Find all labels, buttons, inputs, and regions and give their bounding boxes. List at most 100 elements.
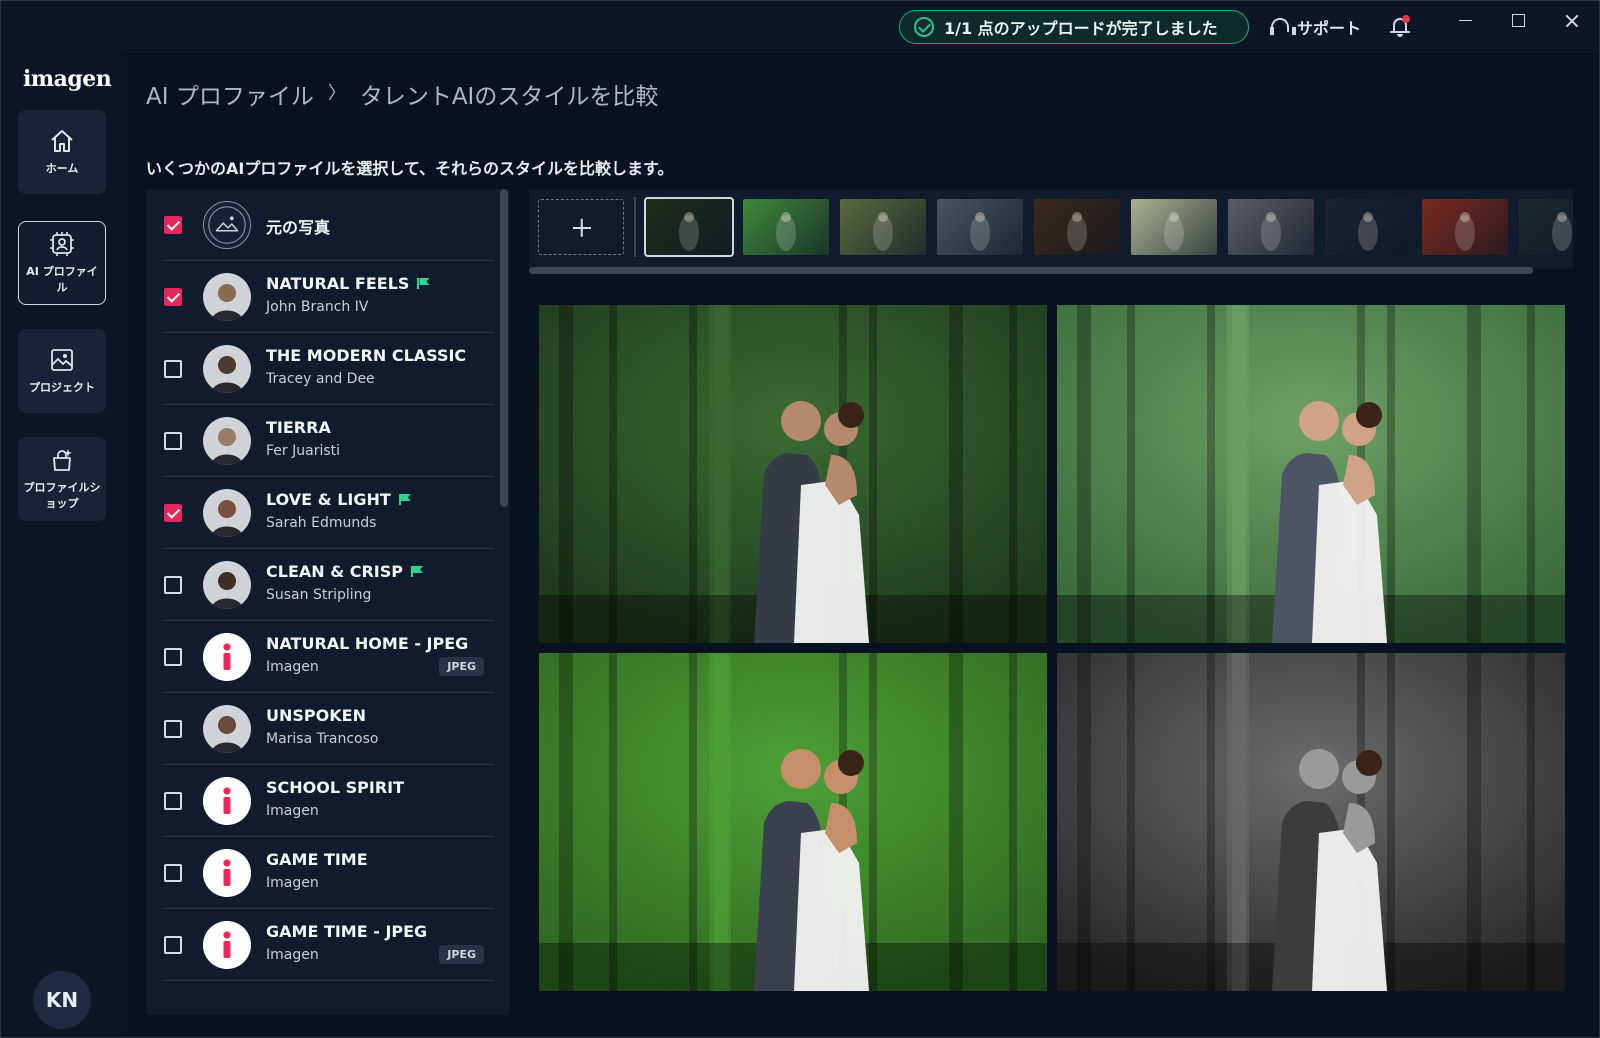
sidebar-item-label: ホーム — [45, 162, 79, 176]
minimize-button[interactable] — [1451, 9, 1481, 33]
profile-row[interactable]: THE MODERN CLASSIC Tracey and Dee — [164, 333, 494, 405]
profile-checkbox[interactable] — [164, 216, 182, 234]
profile-avatar — [203, 417, 251, 465]
sidebar-item-label: AI プロファイル — [26, 265, 98, 294]
profile-name: UNSPOKEN — [266, 706, 366, 725]
user-avatar[interactable]: KN — [33, 971, 91, 1029]
profile-checkbox[interactable] — [164, 432, 182, 450]
photo-thumbnail[interactable] — [1034, 199, 1120, 255]
photo-thumbnail[interactable] — [1519, 199, 1573, 255]
profile-checkbox[interactable] — [164, 720, 182, 738]
profile-row[interactable]: UNSPOKEN Marisa Trancoso — [164, 693, 494, 765]
forest-background — [1057, 653, 1565, 991]
imagen-logo-icon — [203, 921, 251, 969]
comparison-image[interactable] — [1057, 305, 1565, 643]
upload-status-text: 1/1 点のアップロードが完了しました — [944, 19, 1218, 38]
original-photo-icon — [208, 206, 246, 244]
profile-name: THE MODERN CLASSIC — [266, 346, 467, 365]
profile-row[interactable]: NATURAL FEELS John Branch IV — [164, 261, 494, 333]
profile-author: Fer Juaristi — [266, 443, 341, 459]
profile-row[interactable]: 元の写真 — [164, 189, 494, 261]
photo-thumbnail[interactable] — [644, 197, 734, 257]
comparison-image[interactable] — [539, 653, 1047, 991]
breadcrumb-separator: 〉 — [327, 83, 346, 104]
sidebar-item-projects[interactable]: プロジェクト — [18, 329, 106, 413]
forest-background — [539, 653, 1047, 991]
profile-photo — [203, 273, 251, 321]
imagen-logo-icon — [203, 849, 251, 897]
profile-avatar — [203, 489, 251, 537]
comparison-image[interactable] — [1057, 653, 1565, 991]
comparison-image[interactable] — [539, 305, 1047, 643]
profile-checkbox[interactable] — [164, 864, 182, 882]
profile-name: 元の写真 — [266, 218, 331, 237]
imagen-logo-icon — [203, 777, 251, 825]
add-photo-button[interactable] — [538, 199, 624, 255]
projects-icon — [51, 349, 73, 371]
sidebar-item-label: プロジェクト — [29, 381, 95, 395]
thumbnail-strip-scrollbar[interactable] — [529, 267, 1533, 274]
maximize-button[interactable] — [1503, 9, 1533, 33]
profile-row[interactable]: TIERRA Fer Juaristi — [164, 405, 494, 477]
profile-checkbox[interactable] — [164, 288, 182, 306]
photo-thumbnail[interactable] — [743, 199, 829, 255]
profile-avatar — [203, 921, 251, 969]
photo-thumbnail[interactable] — [840, 199, 926, 255]
headset-icon — [1269, 17, 1296, 37]
strip-divider — [634, 197, 636, 257]
photo-thumbnail[interactable] — [1422, 199, 1508, 255]
notifications-button[interactable] — [1390, 15, 1410, 38]
profile-checkbox[interactable] — [164, 360, 182, 378]
profile-avatar — [203, 345, 251, 393]
profile-list-scrollbar[interactable] — [500, 189, 508, 507]
profile-photo — [203, 345, 251, 393]
profile-author: Marisa Trancoso — [266, 731, 379, 747]
notification-dot — [1402, 15, 1410, 23]
ai-profile-icon — [50, 232, 74, 257]
profile-author: Imagen — [266, 659, 319, 675]
profile-name: CLEAN & CRISP — [266, 562, 403, 581]
profile-photo — [203, 561, 251, 609]
sidebar-item-profile-shop[interactable]: プロファイルショップ — [18, 437, 106, 521]
profile-photo — [203, 705, 251, 753]
profile-row[interactable]: GAME TIME Imagen — [164, 837, 494, 909]
forest-background — [1057, 305, 1565, 643]
profile-name: SCHOOL SPIRIT — [266, 778, 405, 797]
page-instruction: いくつかのAIプロファイルを選択して、それらのスタイルを比較します。 — [146, 159, 674, 178]
profile-name: NATURAL HOME - JPEG — [266, 634, 469, 653]
close-button[interactable] — [1557, 9, 1587, 33]
profile-avatar — [203, 201, 251, 249]
profile-checkbox[interactable] — [164, 648, 182, 666]
photo-thumbnail[interactable] — [1325, 199, 1411, 255]
profile-author: Susan Stripling — [266, 587, 372, 603]
profile-checkbox[interactable] — [164, 792, 182, 810]
sidebar-item-ai-profile[interactable]: AI プロファイル — [18, 221, 106, 305]
profile-photo — [203, 489, 251, 537]
profile-checkbox[interactable] — [164, 936, 182, 954]
home-icon — [51, 130, 73, 153]
profile-author: John Branch IV — [266, 299, 369, 315]
profile-row[interactable]: GAME TIME - JPEG Imagen JPEG — [164, 909, 494, 981]
upload-status-toast[interactable]: 1/1 点のアップロードが完了しました — [899, 10, 1249, 44]
photo-thumbnail[interactable] — [937, 199, 1023, 255]
profile-name: LOVE & LIGHT — [266, 490, 391, 509]
profile-list: 元の写真 NATURAL FEELS John Branch IV THE MO… — [146, 189, 510, 1015]
profile-row[interactable]: SCHOOL SPIRIT Imagen — [164, 765, 494, 837]
breadcrumb-parent[interactable]: AI プロファイル — [146, 77, 314, 111]
sidebar-item-home[interactable]: ホーム — [18, 110, 106, 194]
photo-thumbnail[interactable] — [1131, 199, 1217, 255]
imagen-logo-icon — [203, 633, 251, 681]
format-badge: JPEG — [439, 657, 484, 676]
breadcrumb-current: タレントAIのスタイルを比較 — [359, 84, 659, 110]
profile-row[interactable]: LOVE & LIGHT Sarah Edmunds — [164, 477, 494, 549]
profile-checkbox[interactable] — [164, 576, 182, 594]
photo-thumbnail[interactable] — [1228, 199, 1314, 255]
support-button[interactable]: サポート — [1269, 15, 1361, 39]
profile-author: Sarah Edmunds — [266, 515, 377, 531]
support-label: サポート — [1297, 19, 1362, 38]
app-window: 1/1 点のアップロードが完了しました サポート imagen ホーム AI プ… — [0, 0, 1600, 1038]
profile-checkbox[interactable] — [164, 504, 182, 522]
flag-icon — [417, 278, 429, 289]
profile-row[interactable]: CLEAN & CRISP Susan Stripling — [164, 549, 494, 621]
profile-row[interactable]: NATURAL HOME - JPEG Imagen JPEG — [164, 621, 494, 693]
